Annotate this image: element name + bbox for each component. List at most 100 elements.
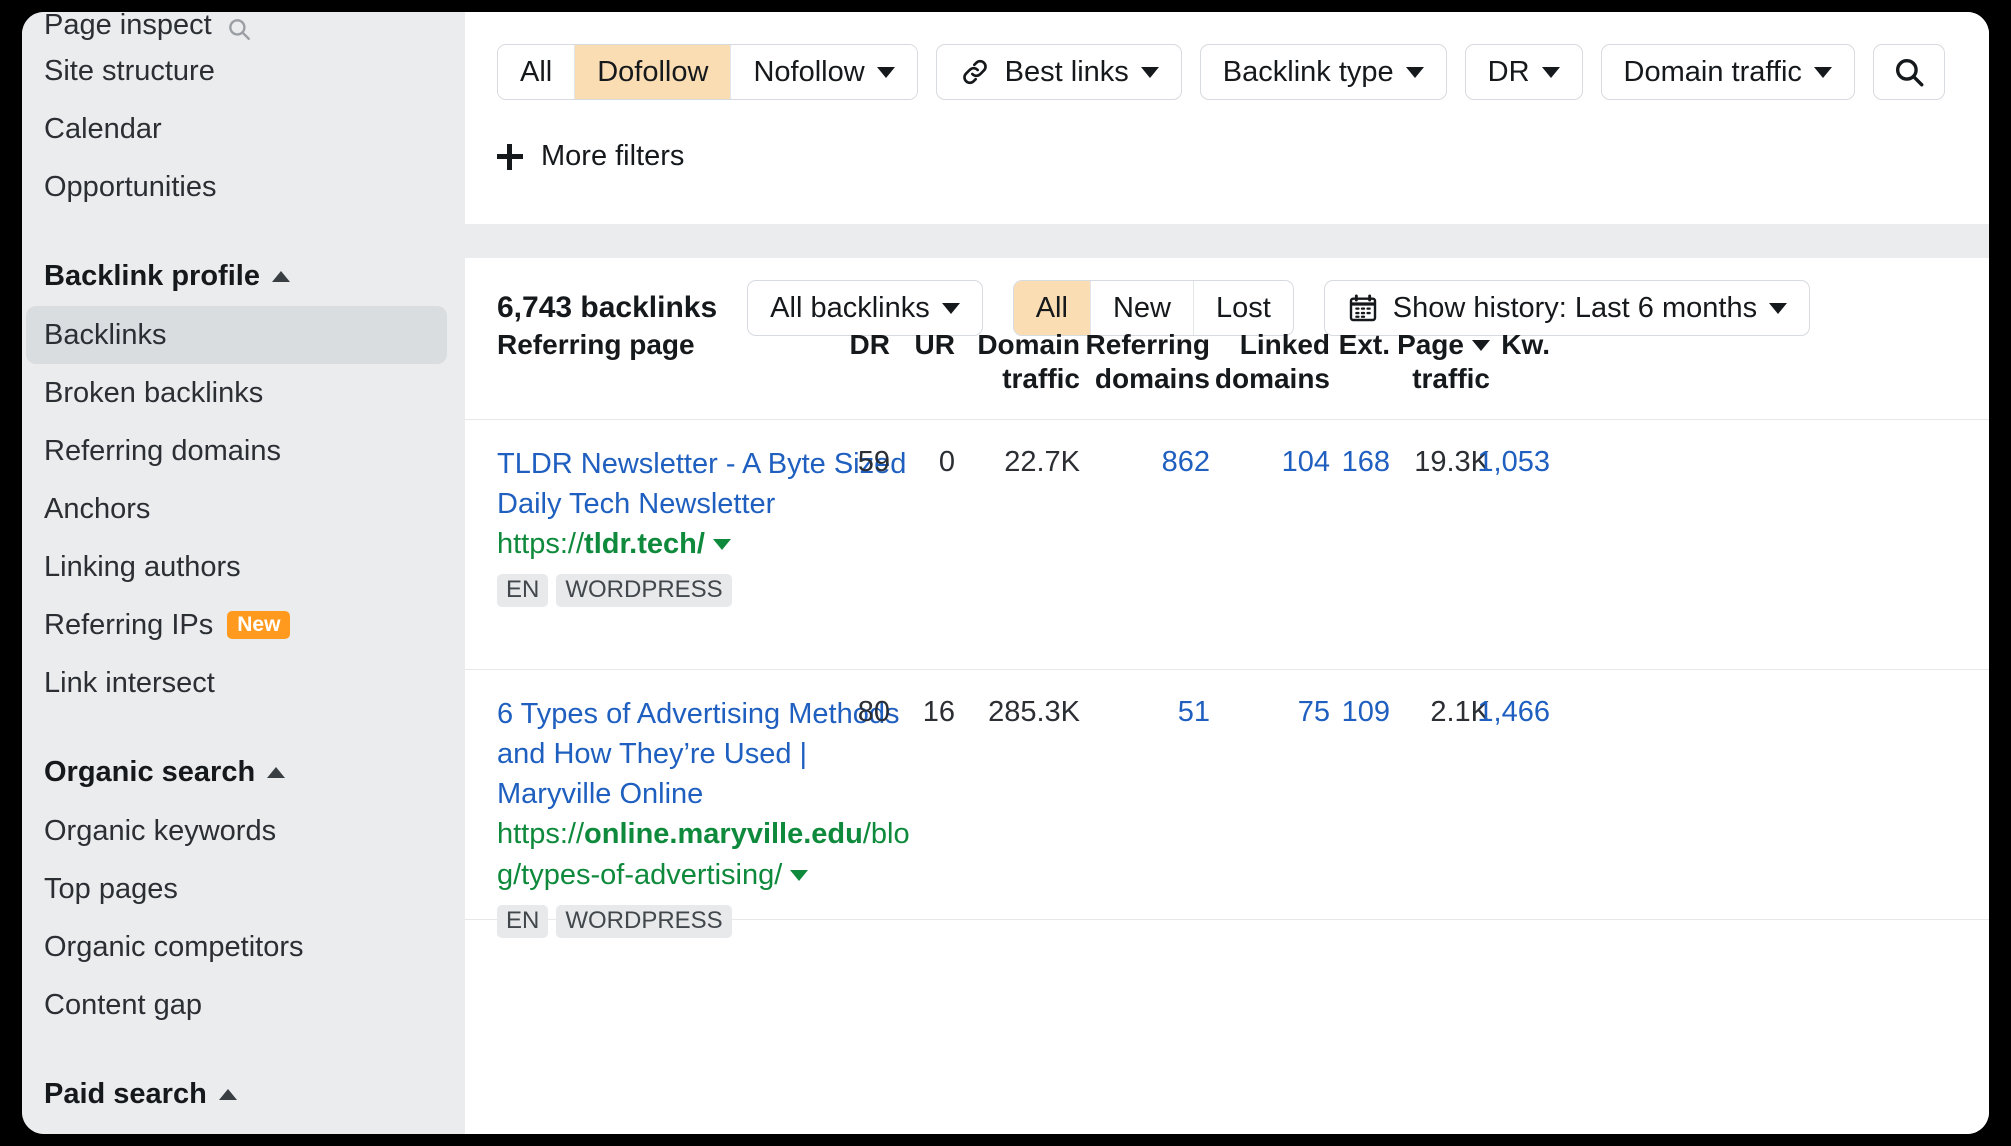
column-header-label: Referring xyxy=(1085,329,1210,360)
chevron-up-icon xyxy=(271,270,290,282)
chevron-down-icon[interactable] xyxy=(790,870,809,881)
sidebar-item-organic-keywords[interactable]: Organic keywords xyxy=(22,802,465,860)
sidebar-item-organic-competitors[interactable]: Organic competitors xyxy=(22,918,465,976)
referring-page-tags: EN WORDPRESS xyxy=(497,905,927,938)
sidebar-item-opportunities[interactable]: Opportunities xyxy=(22,158,465,216)
chevron-down-icon xyxy=(1813,66,1832,78)
cell-kw[interactable]: 1,466 xyxy=(1450,696,1550,729)
column-header-label-line2: domains xyxy=(1214,363,1330,394)
cell-ext[interactable]: 109 xyxy=(1300,696,1390,729)
follow-filter-group[interactable]: All Dofollow Nofollow xyxy=(497,44,918,100)
sidebar-item-label: Calendar xyxy=(44,112,162,145)
column-header-label: Referring page xyxy=(497,329,695,360)
cell-referring-domains[interactable]: 51 xyxy=(1080,696,1210,729)
sidebar-item-calendar[interactable]: Calendar xyxy=(22,100,465,158)
chevron-down-icon xyxy=(1405,66,1424,78)
filter-segment-nofollow-label: Nofollow xyxy=(753,55,865,88)
filter-segment-all-label: All xyxy=(520,55,553,88)
sidebar-item-anchors[interactable]: Anchors xyxy=(22,480,465,538)
sidebar-item-link-intersect[interactable]: Link intersect xyxy=(22,654,465,712)
dr-filter-label: DR xyxy=(1487,55,1530,88)
sidebar-item-label: Broken backlinks xyxy=(44,376,264,409)
cell-domain-traffic: 22.7K xyxy=(1004,446,1080,478)
column-header-label: Kw. xyxy=(1501,329,1550,360)
sidebar: Page inspect Site structure Calendar Opport… xyxy=(22,12,465,1134)
url-scheme: https:// xyxy=(497,818,585,850)
sidebar-item-referring-domains[interactable]: Referring domains xyxy=(22,422,465,480)
sidebar-group-backlink-profile[interactable]: Backlink profile xyxy=(22,246,465,306)
column-header-label: UR xyxy=(914,329,955,360)
sidebar-item-top-pages[interactable]: Top pages xyxy=(22,860,465,918)
sidebar-item-linking-authors[interactable]: Linking authors xyxy=(22,538,465,596)
sidebar-item-site-structure[interactable]: Site structure xyxy=(22,42,465,100)
sidebar-item-broken-backlinks[interactable]: Broken backlinks xyxy=(22,364,465,422)
table-row[interactable]: 6 Types of Advertising Methods and How T… xyxy=(465,670,1989,938)
backlink-type-filter-button[interactable]: Backlink type xyxy=(1199,44,1447,100)
link-icon xyxy=(959,56,991,88)
cell-domain-traffic: 285.3K xyxy=(988,696,1080,728)
sidebar-item-label: Organic competitors xyxy=(44,930,304,963)
column-header-domain-traffic[interactable]: Domain traffic xyxy=(960,328,1080,396)
column-header-label: Ext. xyxy=(1338,329,1390,360)
search-icon[interactable] xyxy=(226,16,252,42)
filter-row-primary: All Dofollow Nofollow Best links Backlin… xyxy=(497,44,1945,100)
filter-segment-dofollow[interactable]: Dofollow xyxy=(575,45,732,99)
column-header-label-line2: traffic xyxy=(1412,363,1490,394)
chevron-down-icon[interactable] xyxy=(712,539,731,550)
domain-traffic-filter-button[interactable]: Domain traffic xyxy=(1600,44,1855,100)
column-header-kw[interactable]: Kw. xyxy=(1450,328,1550,362)
sidebar-group-paid-search[interactable]: Paid search xyxy=(22,1064,465,1124)
sidebar-item-page-inspect[interactable]: Page inspect xyxy=(22,12,465,42)
sidebar-item-label: Linking authors xyxy=(44,550,241,583)
sidebar-item-referring-ips[interactable]: Referring IPs New xyxy=(22,596,465,654)
sidebar-item-label: Page inspect xyxy=(44,12,212,41)
more-filters-button[interactable]: More filters xyxy=(497,140,684,173)
cell-ur: 0 xyxy=(938,446,955,478)
sidebar-group-label: Backlink profile xyxy=(44,259,260,292)
main-content: All Dofollow Nofollow Best links Backlin… xyxy=(465,12,1989,1134)
url-scheme: https:// xyxy=(497,528,585,560)
sidebar-group-label: Organic search xyxy=(44,755,256,788)
sidebar-item-label: Anchors xyxy=(44,492,151,525)
column-header-referring-page[interactable]: Referring page xyxy=(497,328,695,362)
chevron-up-icon xyxy=(267,766,286,778)
filter-row-secondary: More filters xyxy=(497,140,684,173)
best-links-filter-label: Best links xyxy=(1004,55,1129,88)
backlink-type-filter-label: Backlink type xyxy=(1222,55,1394,88)
column-header-ur[interactable]: UR xyxy=(865,328,955,362)
sidebar-item-label: Link intersect xyxy=(44,666,215,699)
cell-ext[interactable]: 168 xyxy=(1300,446,1390,479)
chevron-down-icon xyxy=(1541,66,1560,78)
sidebar-item-label: Backlinks xyxy=(44,318,167,351)
sidebar-item-content-gap[interactable]: Content gap xyxy=(22,976,465,1034)
backlinks-table-panel: 6,743 backlinks All backlinks All New Lo… xyxy=(465,258,1989,1134)
filter-segment-nofollow[interactable]: Nofollow xyxy=(731,45,917,99)
column-header-label-line2: domains xyxy=(1094,363,1210,394)
column-header-label: Domain xyxy=(977,329,1080,360)
table-header-row: Referring page DR UR Domain traffic Referring… xyxy=(465,310,1989,420)
table-row[interactable]: TLDR Newsletter - A Byte Sized Daily Tec… xyxy=(465,420,1989,670)
cell-referring-domains[interactable]: 862 xyxy=(1080,446,1210,479)
dr-filter-button[interactable]: DR xyxy=(1464,44,1583,100)
column-header-referring-domains[interactable]: Referring domains xyxy=(1080,328,1210,396)
column-header-ext[interactable]: Ext. xyxy=(1300,328,1390,362)
domain-traffic-filter-label: Domain traffic xyxy=(1623,55,1802,88)
plus-icon xyxy=(497,143,523,170)
sidebar-item-label: Organic keywords xyxy=(44,814,277,847)
page-tag: WORDPRESS xyxy=(556,574,732,607)
filter-segment-dofollow-label: Dofollow xyxy=(597,55,709,88)
page-tag: WORDPRESS xyxy=(556,905,732,938)
url-domain: tldr.tech/ xyxy=(584,528,705,560)
search-icon xyxy=(1892,55,1926,89)
best-links-filter-button[interactable]: Best links xyxy=(935,44,1182,100)
filter-segment-all[interactable]: All xyxy=(498,45,576,99)
url-domain: online.maryville.edu xyxy=(584,818,863,850)
filter-search-button[interactable] xyxy=(1872,44,1945,100)
sidebar-group-label: Paid search xyxy=(44,1077,207,1110)
sidebar-group-organic-search[interactable]: Organic search xyxy=(22,742,465,802)
referring-page-url[interactable]: https://tldr.tech/ xyxy=(497,524,927,565)
cell-kw[interactable]: 1,053 xyxy=(1450,446,1550,479)
referring-page-url[interactable]: https://online.maryville.edu/blog/types-… xyxy=(497,814,927,896)
sidebar-item-backlinks[interactable]: Backlinks xyxy=(26,306,447,364)
